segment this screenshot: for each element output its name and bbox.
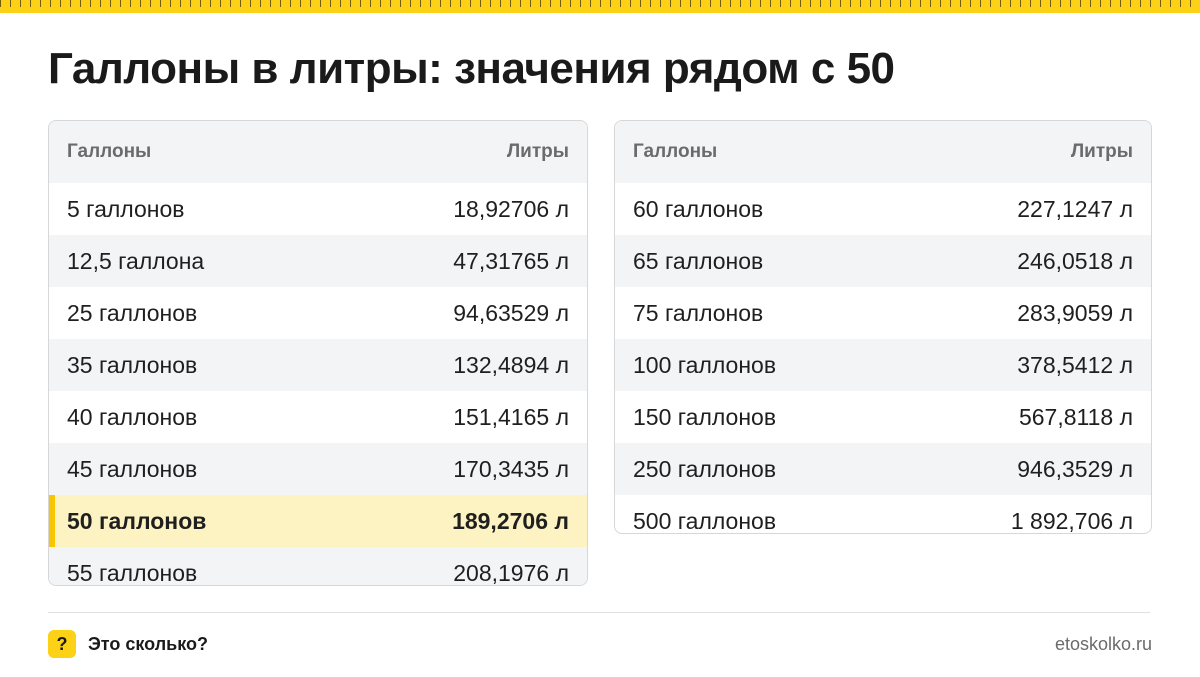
question-mark-icon: ? bbox=[48, 630, 76, 658]
table-row: 55 галлонов 208,1976 л bbox=[49, 547, 587, 586]
gallons-cell: 40 галлонов bbox=[67, 403, 198, 430]
table-row: 45 галлонов 170,3435 л bbox=[49, 443, 587, 495]
liters-cell: 189,2706 л bbox=[452, 507, 569, 534]
gallons-cell: 500 галлонов bbox=[633, 507, 777, 534]
liters-cell: 208,1976 л bbox=[453, 559, 569, 586]
gallons-cell: 35 галлонов bbox=[67, 351, 198, 378]
table-row: 75 галлонов 283,9059 л bbox=[615, 287, 1151, 339]
liters-cell: 378,5412 л bbox=[1017, 351, 1133, 378]
gallons-cell: 5 галлонов bbox=[67, 195, 185, 222]
column-header-liters: Литры bbox=[506, 141, 569, 162]
gallons-cell: 65 галлонов bbox=[633, 247, 764, 274]
liters-cell: 151,4165 л bbox=[453, 403, 569, 430]
brand-name: Это сколько? bbox=[88, 633, 208, 654]
table-row: 35 галлонов 132,4894 л bbox=[49, 339, 587, 391]
highlighted-table-row: 50 галлонов 189,2706 л bbox=[49, 495, 587, 547]
liters-cell: 946,3529 л bbox=[1017, 455, 1133, 482]
gallons-cell: 75 галлонов bbox=[633, 299, 764, 326]
gallons-cell: 55 галлонов bbox=[67, 559, 198, 586]
brand-logo[interactable]: ? Это сколько? bbox=[48, 630, 208, 658]
right-conversion-table: Галлоны Литры 60 галлонов 227,1247 л 65 … bbox=[614, 120, 1152, 534]
table-row: 5 галлонов 18,92706 л bbox=[49, 183, 587, 235]
table-row: 60 галлонов 227,1247 л bbox=[615, 183, 1151, 235]
gallons-cell: 150 галлонов bbox=[633, 403, 777, 430]
liters-cell: 246,0518 л bbox=[1017, 247, 1133, 274]
liters-cell: 47,31765 л bbox=[453, 247, 569, 274]
column-header-gallons: Галлоны bbox=[67, 141, 152, 162]
table-header: Галлоны Литры bbox=[615, 121, 1151, 183]
gallons-cell: 12,5 галлона bbox=[67, 247, 205, 274]
table-header: Галлоны Литры bbox=[49, 121, 587, 183]
column-header-gallons: Галлоны bbox=[633, 141, 718, 162]
liters-cell: 1 892,706 л bbox=[1010, 507, 1133, 534]
site-link[interactable]: etoskolko.ru bbox=[1055, 634, 1152, 655]
footer-divider bbox=[48, 612, 1150, 613]
liters-cell: 227,1247 л bbox=[1017, 195, 1133, 222]
table-row: 100 галлонов 378,5412 л bbox=[615, 339, 1151, 391]
gallons-cell: 250 галлонов bbox=[633, 455, 777, 482]
table-row: 25 галлонов 94,63529 л bbox=[49, 287, 587, 339]
liters-cell: 132,4894 л bbox=[453, 351, 569, 378]
left-conversion-table: Галлоны Литры 5 галлонов 18,92706 л 12,5… bbox=[48, 120, 588, 586]
liters-cell: 18,92706 л bbox=[453, 195, 569, 222]
gallons-cell: 60 галлонов bbox=[633, 195, 764, 222]
table-row: 12,5 галлона 47,31765 л bbox=[49, 235, 587, 287]
table-row: 250 галлонов 946,3529 л bbox=[615, 443, 1151, 495]
liters-cell: 94,63529 л bbox=[453, 299, 569, 326]
table-row: 65 галлонов 246,0518 л bbox=[615, 235, 1151, 287]
gallons-cell: 50 галлонов bbox=[67, 507, 207, 534]
table-row: 40 галлонов 151,4165 л bbox=[49, 391, 587, 443]
liters-cell: 567,8118 л bbox=[1018, 403, 1133, 430]
gallons-cell: 25 галлонов bbox=[67, 299, 198, 326]
column-header-liters: Литры bbox=[1070, 141, 1133, 162]
gallons-cell: 45 галлонов bbox=[67, 455, 198, 482]
page-title: Галлоны в литры: значения рядом с 50 bbox=[48, 44, 895, 93]
ruler-decoration bbox=[0, 0, 1200, 13]
gallons-cell: 100 галлонов bbox=[633, 351, 777, 378]
table-row: 500 галлонов 1 892,706 л bbox=[615, 495, 1151, 534]
liters-cell: 283,9059 л bbox=[1017, 299, 1133, 326]
table-row: 150 галлонов 567,8118 л bbox=[615, 391, 1151, 443]
liters-cell: 170,3435 л bbox=[453, 455, 569, 482]
